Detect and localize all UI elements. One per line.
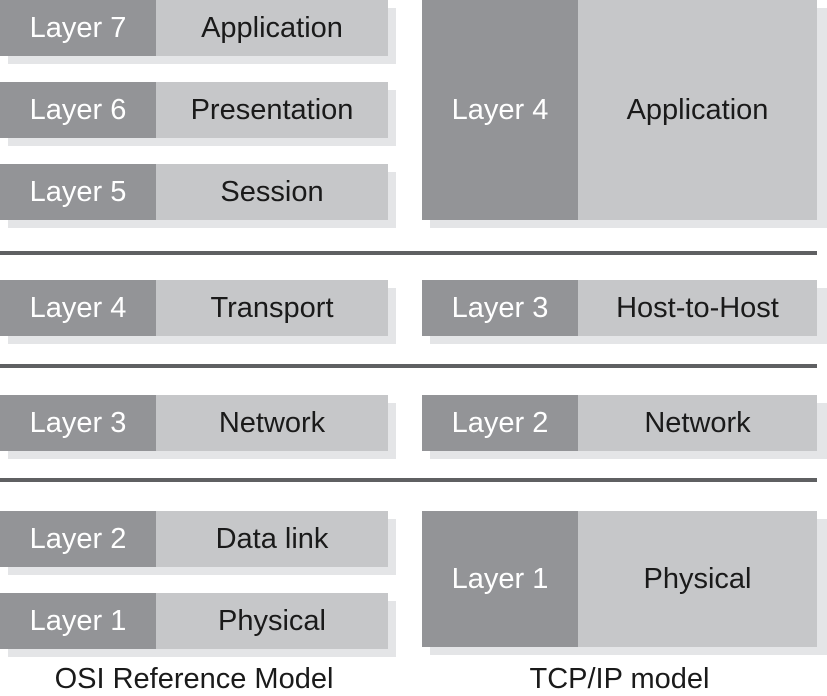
layer-name: Transport xyxy=(156,280,388,336)
layer-name: Application xyxy=(156,0,388,56)
osi-layer-3: Layer 3 Network xyxy=(0,395,388,451)
layer-number: Layer 5 xyxy=(0,164,156,220)
layer-number: Layer 2 xyxy=(422,395,578,451)
separator-line xyxy=(0,251,817,255)
osi-layer-5: Layer 5 Session xyxy=(0,164,388,220)
layer-name: Application xyxy=(578,0,817,220)
layer-number: Layer 6 xyxy=(0,82,156,138)
layer-number: Layer 4 xyxy=(0,280,156,336)
layer-name: Data link xyxy=(156,511,388,567)
layer-number: Layer 1 xyxy=(422,511,578,647)
tcpip-caption: TCP/IP model xyxy=(529,663,710,695)
separator-line xyxy=(0,478,817,482)
layer-number: Layer 1 xyxy=(0,593,156,649)
layer-name: Network xyxy=(578,395,817,451)
separator-line xyxy=(0,364,817,368)
tcpip-layer-1: Layer 1 Physical xyxy=(422,511,817,647)
layer-number: Layer 7 xyxy=(0,0,156,56)
layer-number: Layer 3 xyxy=(0,395,156,451)
layer-number: Layer 4 xyxy=(422,0,578,220)
layer-number: Layer 3 xyxy=(422,280,578,336)
osi-layer-6: Layer 6 Presentation xyxy=(0,82,388,138)
osi-layer-2: Layer 2 Data link xyxy=(0,511,388,567)
layer-name: Physical xyxy=(156,593,388,649)
osi-layer-7: Layer 7 Application xyxy=(0,0,388,56)
layer-name: Physical xyxy=(578,511,817,647)
layer-name: Session xyxy=(156,164,388,220)
osi-caption: OSI Reference Model xyxy=(54,663,334,695)
layer-name: Presentation xyxy=(156,82,388,138)
layer-name: Network xyxy=(156,395,388,451)
tcpip-layer-2: Layer 2 Network xyxy=(422,395,817,451)
osi-layer-1: Layer 1 Physical xyxy=(0,593,388,649)
tcpip-layer-3: Layer 3 Host-to-Host xyxy=(422,280,817,336)
layer-name: Host-to-Host xyxy=(578,280,817,336)
layer-number: Layer 2 xyxy=(0,511,156,567)
osi-layer-4: Layer 4 Transport xyxy=(0,280,388,336)
tcpip-layer-4: Layer 4 Application xyxy=(422,0,817,220)
